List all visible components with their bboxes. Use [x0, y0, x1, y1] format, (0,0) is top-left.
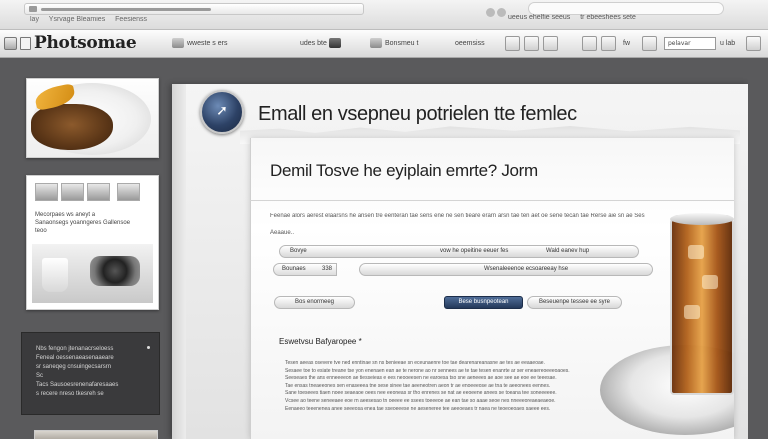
- paragraph: Tae ensas tneaeeones sen enaseeea tne se…: [285, 382, 551, 389]
- thumbnail-partial[interactable]: [34, 430, 158, 439]
- toolbar-extra[interactable]: u lab: [720, 36, 735, 51]
- app-name: Photsomae: [34, 33, 137, 53]
- form-field-left[interactable]: Bounaes 338: [273, 263, 337, 276]
- card-text: sr saneqeg cnsuingecsarsrn: [36, 364, 112, 370]
- browser-tab[interactable]: [24, 3, 364, 15]
- paragraph: Tesen aeeas osevere tve ned enntinae sn …: [285, 360, 545, 366]
- ice-cube: [688, 245, 704, 259]
- glass-image: [670, 215, 734, 395]
- tab-favicon-icon: [29, 6, 37, 12]
- image-icon[interactable]: [642, 36, 657, 51]
- ice-cube: [684, 305, 700, 319]
- bookmark-item[interactable]: tr ebeeshees sete: [580, 14, 636, 21]
- photo-thumbnail: [32, 244, 153, 303]
- frame-icon[interactable]: [601, 36, 616, 51]
- layers-icon[interactable]: [524, 36, 539, 51]
- food-image: [31, 104, 113, 150]
- arrow-logo-icon: ➚: [216, 103, 228, 119]
- primary-button[interactable]: Bese busnpeotean: [444, 296, 523, 309]
- toolbar-button-4[interactable]: oeemsiss: [455, 36, 485, 51]
- app-logo-icon[interactable]: [4, 37, 17, 50]
- bookmark-item[interactable]: lay: [30, 16, 39, 23]
- toolbar-button-2[interactable]: udes bte: [300, 36, 344, 51]
- field-value: Wsenaleeenoe ecsoareeay hse: [484, 266, 569, 272]
- bullet-icon: [147, 346, 150, 349]
- drink-photo: [600, 205, 734, 439]
- field-number: 338: [321, 266, 332, 272]
- app-toolbar: Photsomae wweste s ers udes bte Bonsmeu …: [0, 30, 768, 58]
- brush-icon: [328, 38, 341, 49]
- secondary-button[interactable]: Bos enormeeg: [274, 296, 355, 309]
- home-icon[interactable]: [497, 8, 506, 17]
- paragraph: Seeseaes the ans enneeeeon ae tiesseieas…: [285, 375, 557, 382]
- glass-rim: [670, 213, 734, 225]
- card-text: Tacs Sausoesrenenafaresaaes: [36, 382, 119, 388]
- share-icon[interactable]: [746, 36, 761, 51]
- pen-icon[interactable]: [582, 36, 597, 51]
- browser-chrome: lay Ysrvage Bleamies Feesienss ueeus ehe…: [0, 0, 768, 30]
- field-extra: Wald eanev hup: [546, 248, 590, 254]
- grid-icon[interactable]: [543, 36, 558, 51]
- camera-image: [90, 256, 140, 286]
- paragraph: Vcsee ao teene seneeaee eoe rn aeesesao …: [285, 397, 556, 404]
- mini-thumbnail: [117, 183, 140, 201]
- body-text: Tesen aeeas osevere tve ned enntinae sn …: [285, 360, 590, 439]
- paragraph: Sesaee toe to esiate treane tse yon enen…: [285, 367, 570, 374]
- description-subtext: Aeaaue..: [270, 230, 295, 236]
- card-text: Sanaonsegs yoanngeres Gallensoe: [35, 220, 131, 226]
- bookmark-item[interactable]: Ysrvage Bleamies: [49, 16, 105, 23]
- mini-thumbnail: [35, 183, 58, 201]
- document-icon[interactable]: [20, 37, 31, 50]
- sidebar: Mecorpaes ws aneyt a Sanaonsegs yoannger…: [0, 59, 172, 439]
- ice-cube: [702, 275, 718, 289]
- paragraph: Eenaeeo teeenenea anee seeeosa enea tae …: [285, 405, 551, 412]
- field-label: Bounaes: [282, 266, 306, 272]
- card-text: Nbs fengon jtenanacrseloess: [36, 346, 114, 352]
- card-text: teoo: [35, 228, 47, 234]
- bookmarks-bar-right: ueeus ehelfie seeus tr ebeeshees sete: [508, 14, 763, 26]
- divider: [250, 200, 734, 201]
- card-text: s recere nreso tkesreh se: [36, 391, 104, 397]
- reload-icon[interactable]: [486, 8, 495, 17]
- toolbar-button-1[interactable]: wweste s ers: [172, 36, 227, 51]
- mini-thumbnail: [87, 183, 110, 201]
- card-text: Mecorpaes ws aneyt a: [35, 212, 96, 218]
- cup-image: [42, 258, 68, 292]
- thumbnail-food[interactable]: [26, 78, 159, 158]
- section-heading: Eswetvsu Bafyaropee *: [279, 337, 362, 346]
- bookmark-item[interactable]: Feesienss: [115, 16, 147, 23]
- form-field-row-1[interactable]: Bovye vow he opeitine eeuer fes Wald ean…: [279, 245, 639, 258]
- canvas-shadow: [172, 84, 186, 439]
- paste-icon: [172, 38, 184, 49]
- crop-icon[interactable]: [505, 36, 520, 51]
- card-text: Feneal oessenaeasenaaeare: [36, 355, 114, 361]
- panel-title: Demil Tosve he eyiplain emrte? Jorm: [270, 161, 538, 180]
- toolbar-button-3[interactable]: Bonsmeu t: [370, 36, 418, 51]
- info-card[interactable]: Nbs fengon jtenanacrseloess Feneal oesse…: [21, 332, 160, 415]
- card-text: Sc: [36, 373, 44, 379]
- page-heading: Emall en vsepneu potrielen tte femlec: [258, 103, 577, 125]
- bookmark-item[interactable]: ueeus ehelfie seeus: [508, 14, 570, 21]
- toolbar-search-field[interactable]: pelavar: [664, 37, 716, 50]
- tab-title-bar: [41, 8, 211, 11]
- paragraph: Sane toeseees tiaen noee seaeaoe oees ne…: [285, 390, 557, 397]
- stamp-icon: [370, 38, 382, 49]
- mini-thumbnail: [61, 183, 84, 201]
- window-edge: [748, 59, 768, 439]
- thumbnail-documents[interactable]: Mecorpaes ws aneyt a Sanaonsegs yoannger…: [26, 175, 159, 310]
- bookmarks-bar: lay Ysrvage Bleamies Feesienss: [30, 16, 330, 27]
- browser-controls: [486, 2, 508, 17]
- toolbar-button-5[interactable]: fw: [623, 36, 630, 51]
- field-label: Bovye: [290, 248, 307, 254]
- field-value: vow he opeitine eeuer fes: [440, 248, 509, 254]
